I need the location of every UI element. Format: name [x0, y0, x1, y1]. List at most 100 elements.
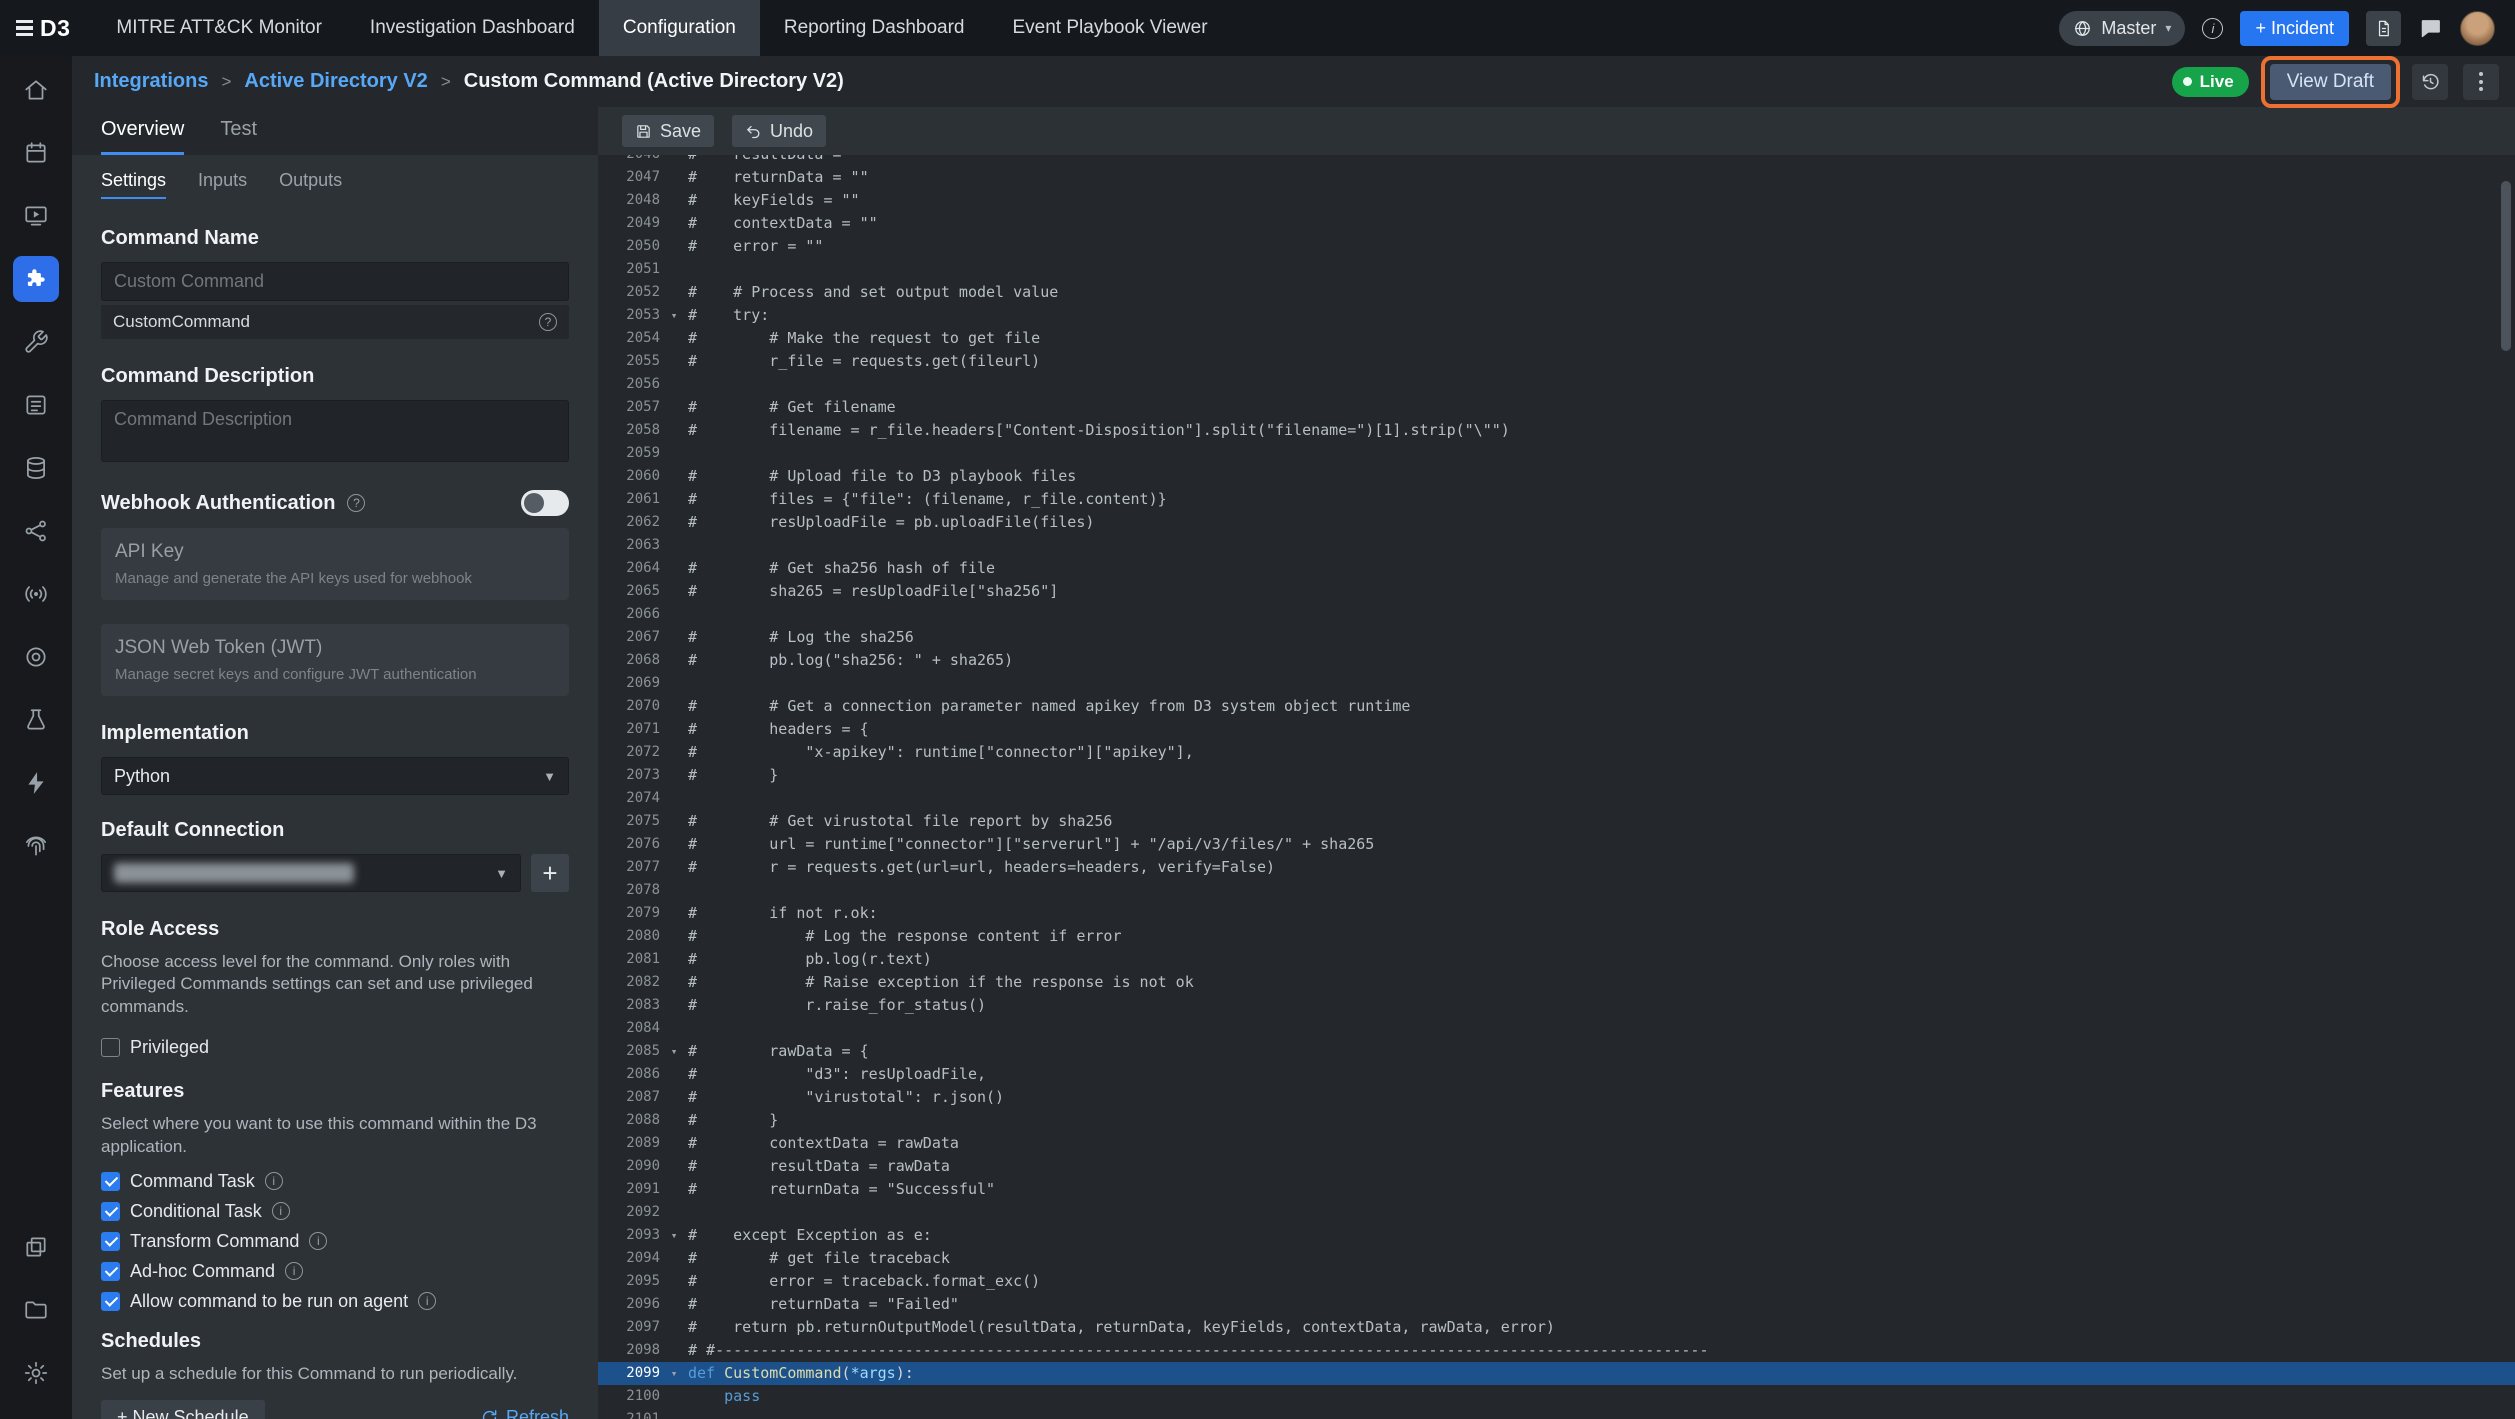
code-line[interactable]: 2062# resUploadFile = pb.uploadFile(file…: [598, 511, 2515, 534]
tab-test[interactable]: Test: [220, 107, 257, 155]
code-line[interactable]: 2047# returnData = "": [598, 166, 2515, 189]
implementation-select[interactable]: Python ▼: [101, 757, 569, 795]
nav-item-mitre-att-ck-monitor[interactable]: MITRE ATT&CK Monitor: [92, 0, 346, 56]
user-avatar[interactable]: [2460, 11, 2495, 46]
privileged-checkbox[interactable]: [101, 1038, 120, 1057]
checkbox-checked[interactable]: [101, 1262, 120, 1281]
code-line[interactable]: 2079# if not r.ok:: [598, 902, 2515, 925]
code-line[interactable]: 2083# r.raise_for_status(): [598, 994, 2515, 1017]
code-line[interactable]: 2060# # Upload file to D3 playbook files: [598, 465, 2515, 488]
default-connection-select[interactable]: ▼: [101, 854, 521, 892]
save-button[interactable]: Save: [622, 115, 714, 147]
code-line[interactable]: 2085▾# rawData = {: [598, 1040, 2515, 1063]
code-line[interactable]: 2076# url = runtime["connector"]["server…: [598, 833, 2515, 856]
code-line[interactable]: 2049# contextData = "": [598, 212, 2515, 235]
code-line[interactable]: 2086# "d3": resUploadFile,: [598, 1063, 2515, 1086]
code-line[interactable]: 2055# r_file = requests.get(fileurl): [598, 350, 2515, 373]
code-line[interactable]: 2088# }: [598, 1109, 2515, 1132]
more-options-button[interactable]: [2463, 64, 2499, 100]
rail-playbook-icon[interactable]: [13, 193, 59, 239]
master-dropdown[interactable]: Master ▾: [2059, 11, 2185, 46]
rail-lab-icon[interactable]: [13, 697, 59, 743]
nav-item-reporting-dashboard[interactable]: Reporting Dashboard: [760, 0, 989, 56]
info-icon[interactable]: i: [2202, 18, 2223, 39]
code-line[interactable]: 2094# # get file traceback: [598, 1247, 2515, 1270]
refresh-link[interactable]: Refresh: [480, 1407, 569, 1419]
code-line[interactable]: 2054# # Make the request to get file: [598, 327, 2515, 350]
code-line[interactable]: 2053▾# try:: [598, 304, 2515, 327]
help-icon[interactable]: ?: [539, 313, 557, 331]
feature-option-ad-hoc-command[interactable]: Ad-hoc Commandi: [101, 1256, 569, 1286]
code-line[interactable]: 2100 pass: [598, 1385, 2515, 1408]
checkbox-checked[interactable]: [101, 1202, 120, 1221]
checkbox-checked[interactable]: [101, 1292, 120, 1311]
code-line[interactable]: 2078: [598, 879, 2515, 902]
code-line[interactable]: 2072# "x-apikey": runtime["connector"]["…: [598, 741, 2515, 764]
rail-settings-icon[interactable]: [13, 1350, 59, 1396]
code-line[interactable]: 2077# r = requests.get(url=url, headers=…: [598, 856, 2515, 879]
code-line[interactable]: 2058# filename = r_file.headers["Content…: [598, 419, 2515, 442]
code-line[interactable]: 2099▾def CustomCommand(*args):: [598, 1362, 2515, 1385]
code-line[interactable]: 2081# pb.log(r.text): [598, 948, 2515, 971]
info-icon[interactable]: i: [272, 1202, 290, 1220]
breadcrumb-item[interactable]: Integrations: [94, 70, 208, 93]
rail-globe-icon[interactable]: [13, 634, 59, 680]
help-icon[interactable]: ?: [347, 494, 365, 512]
code-line[interactable]: 2063: [598, 534, 2515, 557]
rail-calendar-icon[interactable]: [13, 130, 59, 176]
rail-fingerprint-icon[interactable]: [13, 823, 59, 869]
code-line[interactable]: 2057# # Get filename: [598, 396, 2515, 419]
code-line[interactable]: 2066: [598, 603, 2515, 626]
breadcrumb-item[interactable]: Active Directory V2: [244, 70, 427, 93]
feature-option-command-task[interactable]: Command Taski: [101, 1166, 569, 1196]
code-line[interactable]: 2091# returnData = "Successful": [598, 1178, 2515, 1201]
rail-home-icon[interactable]: [13, 67, 59, 113]
nav-item-configuration[interactable]: Configuration: [599, 0, 760, 56]
add-connection-button[interactable]: +: [531, 854, 569, 892]
code-line[interactable]: 2069: [598, 672, 2515, 695]
code-area[interactable]: 2046# resultData = ""2047# returnData = …: [598, 155, 2515, 1419]
code-line[interactable]: 2048# keyFields = "": [598, 189, 2515, 212]
code-line[interactable]: 2074: [598, 787, 2515, 810]
nav-item-investigation-dashboard[interactable]: Investigation Dashboard: [346, 0, 599, 56]
privileged-checkbox-row[interactable]: Privileged: [101, 1032, 569, 1062]
code-line[interactable]: 2067# # Log the sha256: [598, 626, 2515, 649]
code-line[interactable]: 2068# pb.log("sha256: " + sha265): [598, 649, 2515, 672]
code-line[interactable]: 2046# resultData = "": [598, 155, 2515, 166]
new-schedule-button[interactable]: + New Schedule: [101, 1400, 265, 1419]
code-line[interactable]: 2087# "virustotal": r.json(): [598, 1086, 2515, 1109]
info-icon[interactable]: i: [265, 1172, 283, 1190]
webhook-auth-toggle[interactable]: [521, 490, 569, 516]
code-line[interactable]: 2075# # Get virustotal file report by sh…: [598, 810, 2515, 833]
info-icon[interactable]: i: [309, 1232, 327, 1250]
code-line[interactable]: 2052# # Process and set output model val…: [598, 281, 2515, 304]
code-line[interactable]: 2073# }: [598, 764, 2515, 787]
editor-scrollbar-thumb[interactable]: [2501, 181, 2511, 351]
code-line[interactable]: 2098# #---------------------------------…: [598, 1339, 2515, 1362]
chat-button[interactable]: [2418, 16, 2443, 41]
code-line[interactable]: 2065# sha265 = resUploadFile["sha256"]: [598, 580, 2515, 603]
code-line[interactable]: 2096# returnData = "Failed": [598, 1293, 2515, 1316]
feature-option-allow-command-to-be-run-on-agent[interactable]: Allow command to be run on agenti: [101, 1286, 569, 1316]
code-line[interactable]: 2092: [598, 1201, 2515, 1224]
command-name-input[interactable]: [101, 262, 569, 301]
rail-events-icon[interactable]: [13, 382, 59, 428]
rail-broadcast-icon[interactable]: [13, 571, 59, 617]
code-line[interactable]: 2056: [598, 373, 2515, 396]
rail-files-icon[interactable]: [13, 1287, 59, 1333]
rail-automation-icon[interactable]: [13, 760, 59, 806]
code-line[interactable]: 2050# error = "": [598, 235, 2515, 258]
code-line[interactable]: 2101: [598, 1408, 2515, 1419]
subtab-outputs[interactable]: Outputs: [279, 163, 342, 199]
code-line[interactable]: 2084: [598, 1017, 2515, 1040]
code-line[interactable]: 2097# return pb.returnOutputModel(result…: [598, 1316, 2515, 1339]
code-line[interactable]: 2070# # Get a connection parameter named…: [598, 695, 2515, 718]
rail-integrations-icon[interactable]: [13, 256, 59, 302]
command-description-input[interactable]: [101, 400, 569, 462]
rail-connections-icon[interactable]: [13, 508, 59, 554]
rail-database-icon[interactable]: [13, 445, 59, 491]
info-icon[interactable]: i: [285, 1262, 303, 1280]
d3-logo[interactable]: D3: [16, 15, 70, 42]
code-line[interactable]: 2090# resultData = rawData: [598, 1155, 2515, 1178]
code-line[interactable]: 2071# headers = {: [598, 718, 2515, 741]
